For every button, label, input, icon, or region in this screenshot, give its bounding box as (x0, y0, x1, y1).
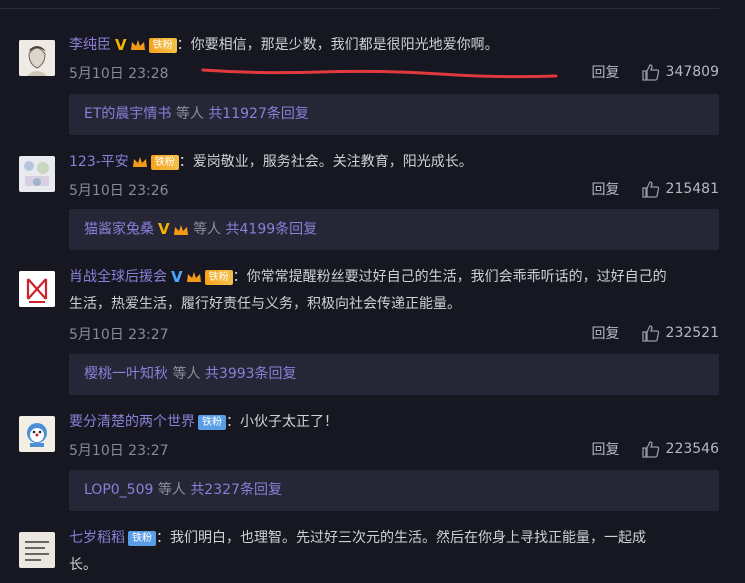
sub-reply-extra: 等人 (175, 106, 204, 122)
username[interactable]: 李纯臣 (69, 37, 111, 53)
comment-text-continued: 长。 (69, 557, 97, 573)
reply-button[interactable]: 回复 (592, 323, 620, 343)
username[interactable]: 七岁稻稻 (69, 530, 125, 546)
sub-reply-extra: 等人 (157, 482, 186, 498)
verified-v-icon: V (115, 36, 127, 54)
comment-text: ：小伙子太正了！ (226, 414, 338, 430)
reply-button[interactable]: 回复 (592, 439, 620, 459)
like-count: 347809 (665, 64, 719, 80)
username[interactable]: 肖战全球后援会 (69, 269, 167, 285)
avatar[interactable] (19, 532, 55, 568)
reply-button[interactable]: 回复 (592, 179, 620, 199)
annotation-underline (201, 68, 558, 79)
sub-replies[interactable]: 猫酱家兔桑 V 等人 共4199条回复 (69, 209, 719, 250)
like-count: 232521 (665, 325, 719, 341)
fan-badge: 铁粉 (128, 530, 156, 546)
sub-reply-count[interactable]: 共2327条回复 (190, 482, 282, 498)
verified-v-icon: V (158, 220, 170, 238)
crown-icon (173, 224, 188, 235)
like-button[interactable]: 215481 (641, 180, 719, 198)
comment-text: ：你常常提醒粉丝要过好自己的生活，我们会乖乖听话的，过好自己的 (232, 269, 667, 285)
like-count: 215481 (665, 181, 719, 197)
thumbs-up-icon (641, 324, 659, 342)
comment-line: 肖战全球后援会 V 铁粉 ：你常常提醒粉丝要过好自己的生活，我们会乖乖听话的，过好自己… (69, 265, 719, 289)
comment-line: 要分清楚的两个世界 铁粉 ：小伙子太正了！ (69, 410, 719, 434)
like-button[interactable]: 232521 (641, 324, 719, 342)
fan-badge: 铁粉 (148, 37, 177, 53)
sub-replies[interactable]: 樱桃一叶知秋 等人 共3993条回复 (69, 354, 719, 395)
sub-replies[interactable]: ET的晨宇情书 等人 共11927条回复 (69, 94, 719, 135)
comment-time: 5月10日 23:28 (69, 66, 169, 82)
comment-text: ：你要相信，那是少数，我们都是很阳光地爱你啊。 (176, 37, 499, 53)
username[interactable]: 123-平安 (69, 154, 129, 170)
comment-actions: 回复 232521 (592, 323, 719, 343)
sub-reply-user[interactable]: 樱桃一叶知秋 (84, 366, 168, 382)
like-button[interactable]: 347809 (641, 63, 719, 81)
comment-actions: 回复 347809 (592, 62, 719, 82)
verified-v-icon: V (171, 268, 183, 286)
thumbs-up-icon (641, 440, 659, 458)
like-button[interactable]: 223546 (641, 440, 719, 458)
comment-time: 5月10日 23:27 (69, 443, 169, 459)
sub-reply-count[interactable]: 共3993条回复 (205, 366, 297, 382)
avatar[interactable] (19, 156, 55, 192)
sub-reply-user[interactable]: ET的晨宇情书 (84, 106, 171, 122)
sub-reply-user[interactable]: LOP0_509 (84, 482, 153, 498)
fan-badge: 铁粉 (150, 154, 179, 170)
avatar[interactable] (19, 40, 55, 76)
comment-time: 5月10日 23:26 (69, 183, 169, 199)
divider (0, 8, 719, 9)
sub-reply-count[interactable]: 共11927条回复 (208, 106, 309, 122)
comment-actions: 回复 223546 (592, 439, 719, 459)
comment-text: ：爱岗敬业，服务社会。关注教育，阳光成长。 (178, 154, 473, 170)
comment-line: 李纯臣 V 铁粉 ：你要相信，那是少数，我们都是很阳光地爱你啊。 (69, 33, 719, 57)
thumbs-up-icon (641, 180, 659, 198)
comment-actions: 回复 215481 (592, 179, 719, 199)
fan-badge: 铁粉 (198, 414, 226, 430)
fan-badge: 铁粉 (204, 269, 233, 285)
thumbs-up-icon (641, 63, 659, 81)
like-count: 223546 (665, 441, 719, 457)
username[interactable]: 要分清楚的两个世界 (69, 414, 195, 430)
avatar[interactable] (19, 271, 55, 307)
comment-line: 123-平安 铁粉 ：爱岗敬业，服务社会。关注教育，阳光成长。 (69, 150, 719, 174)
sub-reply-user[interactable]: 猫酱家兔桑 (84, 222, 154, 238)
reply-button[interactable]: 回复 (592, 62, 620, 82)
sub-reply-count[interactable]: 共4199条回复 (226, 222, 318, 238)
crown-icon (132, 157, 147, 167)
crown-icon (130, 40, 145, 50)
comment-text: ：我们明白，也理智。先过好三次元的生活。然后在你身上寻找正能量，一起成 (156, 530, 646, 546)
comment-time: 5月10日 23:27 (69, 327, 169, 343)
sub-reply-extra: 等人 (193, 221, 222, 238)
avatar[interactable] (19, 416, 55, 452)
crown-icon (186, 272, 201, 282)
comment-text-continued: 生活，热爱生活，履行好责任与义务，积极向社会传递正能量。 (69, 296, 461, 312)
sub-reply-extra: 等人 (172, 366, 201, 382)
comment-line: 七岁稻稻 铁粉 ：我们明白，也理智。先过好三次元的生活。然后在你身上寻找正能量，一起… (69, 526, 719, 550)
sub-replies[interactable]: LOP0_509 等人 共2327条回复 (69, 470, 719, 511)
